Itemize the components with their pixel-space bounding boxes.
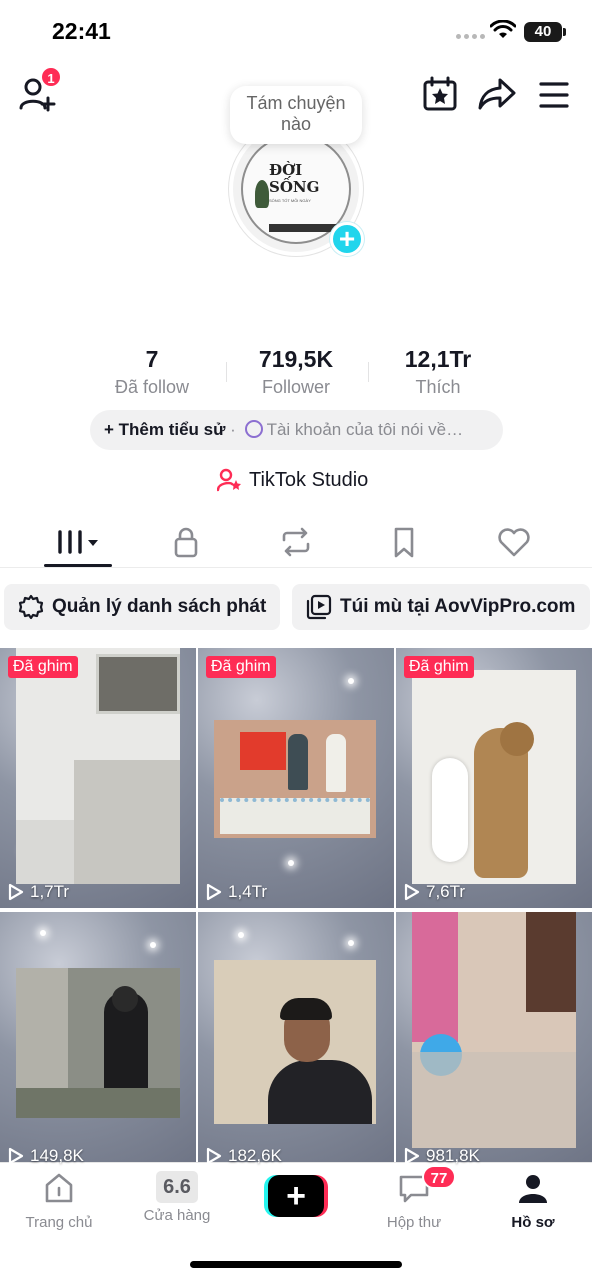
avatar-logo-text: ĐỜI SỐNG (269, 161, 320, 196)
pinned-badge: Đã ghim (206, 656, 276, 678)
calendar-star-icon[interactable] (422, 76, 458, 112)
play-icon (8, 883, 24, 901)
status-bar: 22:41 40 (0, 0, 592, 64)
playlist-label: Túi mù tại AovVipPro.com (340, 596, 576, 617)
playlist-chip[interactable]: Túi mù tại AovVipPro.com (292, 584, 590, 630)
tab-favorites-bookmark-icon[interactable] (376, 524, 432, 560)
tab-videos-grid-icon[interactable] (54, 524, 110, 560)
video-thumbnail[interactable]: Đã ghim 7,6Tr (396, 648, 592, 908)
play-icon (8, 1147, 24, 1165)
avatar-logo-subtext: SỐNG TỐT MỖI NGÀY (269, 198, 311, 203)
stat-following[interactable]: 7 Đã follow (102, 346, 202, 398)
menu-icon[interactable] (538, 80, 570, 110)
profile-icon (519, 1175, 547, 1203)
video-grid: Đã ghim 1,7Tr Đã ghim 1,4Tr Đã ghim 7,6T… (0, 648, 592, 1172)
tab-reposts-icon[interactable] (268, 524, 324, 560)
pinned-badge: Đã ghim (404, 656, 474, 678)
tab-private-lock-icon[interactable] (158, 524, 214, 560)
play-icon (206, 1147, 222, 1165)
smile-icon (244, 420, 263, 438)
stat-likes[interactable]: 12,1Tr Thích (388, 346, 488, 398)
notification-badge: 1 (40, 66, 62, 88)
nav-shop[interactable]: 6.6 Cửa hàng (127, 1171, 227, 1224)
view-count: 981,8K (404, 1146, 480, 1166)
pinned-badge: Đã ghim (8, 656, 78, 678)
view-count: 1,7Tr (8, 882, 69, 902)
profile-tabs (0, 516, 592, 568)
play-icon (404, 1147, 420, 1165)
view-count: 7,6Tr (404, 882, 465, 902)
add-avatar-plus-button[interactable]: + (330, 222, 364, 256)
stat-divider (226, 362, 227, 382)
home-indicator (190, 1261, 402, 1268)
add-bio-button[interactable]: + Thêm tiểu sử (104, 420, 225, 439)
play-icon (404, 883, 420, 901)
note-bubble[interactable]: Tám chuyện nào (230, 86, 362, 144)
inbox-badge: 77 (422, 1165, 456, 1189)
video-thumbnail[interactable]: Đã ghim 1,4Tr (198, 648, 394, 908)
video-thumbnail[interactable]: Đã ghim 1,7Tr (0, 648, 196, 908)
manage-playlists-chip[interactable]: Quản lý danh sách phát (4, 584, 280, 630)
stat-followers[interactable]: 719,5K Follower (236, 346, 356, 398)
bio-placeholder: Tài khoản của tôi nói về… (266, 420, 464, 439)
plus-icon: + (268, 1175, 324, 1217)
gear-icon (18, 594, 44, 620)
stat-divider (368, 362, 369, 382)
nav-profile[interactable]: Hồ sơ (483, 1171, 583, 1231)
manage-playlists-label: Quản lý danh sách phát (52, 596, 267, 617)
tab-liked-heart-icon[interactable] (486, 524, 542, 560)
video-thumbnail[interactable]: 182,6K (198, 912, 394, 1172)
view-count: 1,4Tr (206, 882, 267, 902)
studio-user-star-icon (217, 468, 241, 492)
playlist-icon (306, 594, 332, 620)
tiktok-studio-link[interactable]: TikTok Studio (217, 468, 368, 492)
battery-indicator: 40 (524, 22, 566, 42)
bio-separator: · (230, 420, 236, 439)
signal-icon (456, 34, 485, 39)
status-time: 22:41 (52, 18, 111, 44)
video-thumbnail[interactable]: 149,8K (0, 912, 196, 1172)
share-icon[interactable] (478, 76, 516, 112)
studio-label: TikTok Studio (249, 468, 369, 491)
nav-home[interactable]: Trang chủ (9, 1171, 109, 1231)
create-button[interactable]: + (264, 1175, 328, 1217)
active-tab-indicator (44, 564, 112, 567)
wifi-icon (490, 20, 516, 38)
home-icon (45, 1173, 73, 1203)
video-thumbnail[interactable]: 981,8K (396, 912, 592, 1172)
play-icon (206, 883, 222, 901)
view-count: 149,8K (8, 1146, 84, 1166)
bio-pill[interactable]: + Thêm tiểu sử · Tài khoản của tôi nói v… (90, 410, 503, 450)
view-count: 182,6K (206, 1146, 282, 1166)
shop-badge: 6.6 (156, 1171, 198, 1203)
